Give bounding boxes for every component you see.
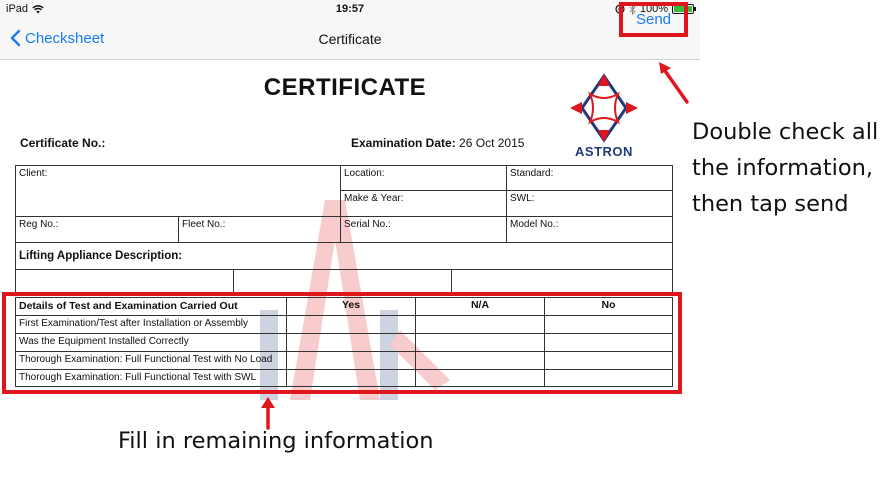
row-2-yes-cell[interactable]: [286, 333, 416, 352]
na-header: N/A: [415, 297, 545, 316]
swl-field[interactable]: SWL:: [506, 190, 673, 217]
no-header-label: No: [601, 299, 616, 311]
table-row-text: Was the Equipment Installed Correctly: [19, 336, 189, 347]
fill-instruction: Fill in remaining information: [118, 428, 434, 454]
lifting-appliance-heading: Lifting Appliance Description:: [15, 242, 673, 270]
client-label: Client:: [19, 168, 48, 179]
model-no-field[interactable]: Model No.:: [506, 216, 673, 243]
fleet-no-field[interactable]: Fleet No.:: [178, 216, 341, 243]
row-2-no-cell[interactable]: [544, 333, 673, 352]
examination-date-label: Examination Date:: [351, 136, 456, 150]
serial-no-label: Serial No.:: [344, 219, 391, 230]
row-1-no-cell[interactable]: [544, 315, 673, 334]
status-time: 19:57: [335, 3, 365, 15]
send-button-label: Send: [635, 11, 672, 28]
reg-no-field[interactable]: Reg No.:: [15, 216, 179, 243]
model-no-label: Model No.:: [510, 219, 559, 230]
swl-label: SWL:: [510, 193, 535, 204]
client-field[interactable]: Client:: [15, 165, 341, 217]
location-label: Location:: [344, 168, 385, 179]
yes-header-label: Yes: [341, 299, 361, 311]
navigation-bar: Checksheet Certificate: [0, 20, 700, 60]
arrow-to-send-icon: [659, 62, 689, 104]
lifting-appliance-field-2[interactable]: [233, 269, 452, 295]
lifting-appliance-label: Lifting Appliance Description:: [19, 250, 183, 262]
reg-no-label: Reg No.:: [19, 219, 59, 230]
lifting-appliance-field-1[interactable]: [15, 269, 234, 295]
table-row-text: Thorough Examination: Full Functional Te…: [19, 372, 257, 383]
serial-no-field[interactable]: Serial No.:: [340, 216, 507, 243]
row-4-yes-cell[interactable]: [286, 369, 416, 387]
examination-date: Examination Date: 26 Oct 2015: [351, 136, 524, 150]
send-instruction: Double check all the information, then t…: [692, 119, 879, 217]
certificate-title: CERTIFICATE: [263, 74, 427, 101]
table-row-label: Thorough Examination: Full Functional Te…: [15, 369, 287, 387]
ipad-screen: iPad 19:57 100% Checksheet Certificate S…: [0, 0, 892, 501]
table-row-text: Thorough Examination: Full Functional Te…: [19, 354, 273, 365]
table-row-label: First Examination/Test after Installatio…: [15, 315, 287, 334]
na-header-label: N/A: [470, 299, 490, 311]
status-bar: iPad 19:57 100%: [0, 0, 700, 20]
make-year-field[interactable]: Make & Year:: [340, 190, 507, 217]
table-row-label: Was the Equipment Installed Correctly: [15, 333, 287, 352]
make-year-label: Make & Year:: [344, 193, 404, 204]
row-2-na-cell[interactable]: [415, 333, 545, 352]
row-1-na-cell[interactable]: [415, 315, 545, 334]
details-header-label: Details of Test and Examination Carried …: [19, 300, 238, 312]
fleet-no-label: Fleet No.:: [182, 219, 226, 230]
table-row-label: Thorough Examination: Full Functional Te…: [15, 351, 287, 370]
details-header: Details of Test and Examination Carried …: [15, 297, 287, 316]
lifting-appliance-field-3[interactable]: [451, 269, 673, 295]
certificate-number-label: Certificate No.:: [20, 136, 106, 150]
no-header: No: [544, 297, 673, 316]
standard-label: Standard:: [510, 168, 554, 179]
row-4-na-cell[interactable]: [415, 369, 545, 387]
yes-header: Yes: [286, 297, 416, 316]
logo-text: ASTRON: [575, 144, 633, 159]
row-3-na-cell[interactable]: [415, 351, 545, 370]
location-field[interactable]: Location:: [340, 165, 507, 191]
send-button[interactable]: Send: [619, 2, 688, 37]
standard-field[interactable]: Standard:: [506, 165, 673, 191]
row-3-yes-cell[interactable]: [286, 351, 416, 370]
nav-title: Certificate: [318, 31, 382, 47]
row-3-no-cell[interactable]: [544, 351, 673, 370]
row-4-no-cell[interactable]: [544, 369, 673, 387]
table-row-text: First Examination/Test after Installatio…: [19, 318, 248, 329]
examination-date-value: 26 Oct 2015: [459, 136, 525, 150]
arrow-to-table-icon: [261, 397, 275, 430]
row-1-yes-cell[interactable]: [286, 315, 416, 334]
